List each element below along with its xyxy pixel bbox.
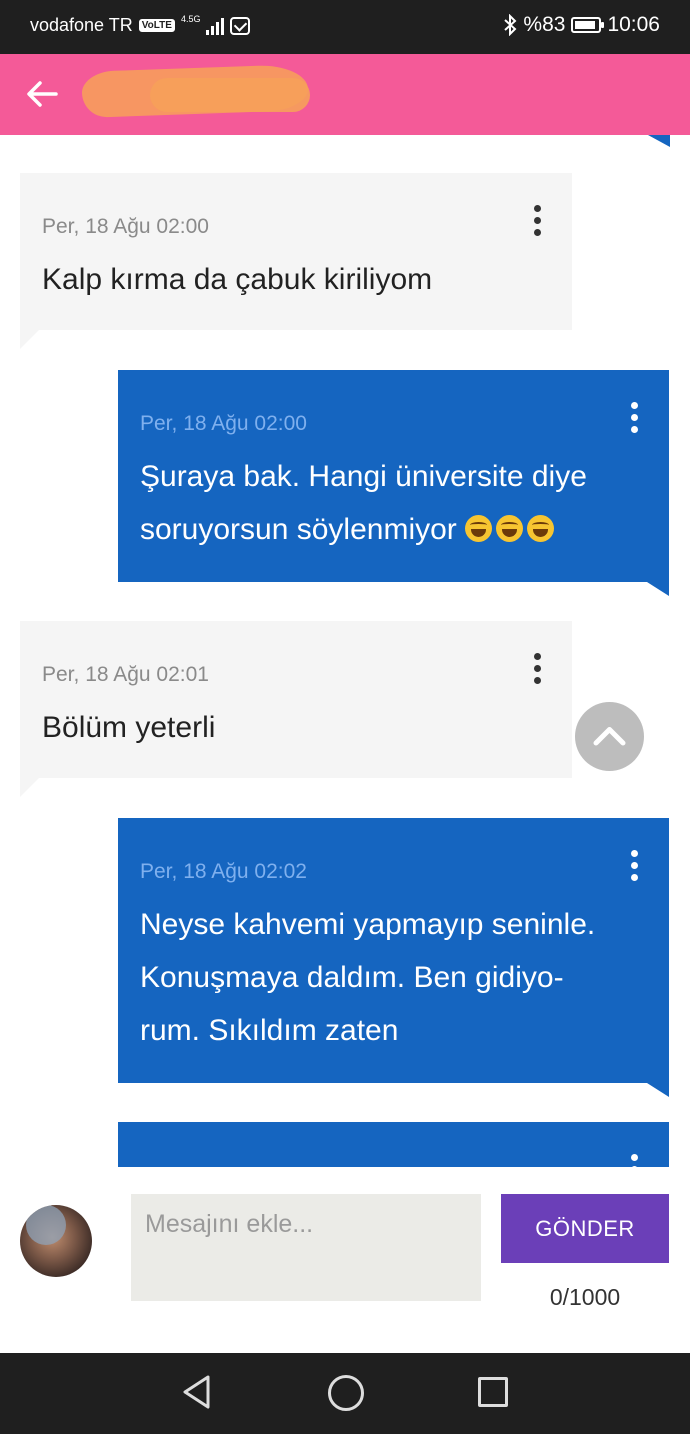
message-composer: GÖNDER 0/1000 [0,1167,690,1353]
nav-back-icon[interactable] [180,1373,214,1411]
bubble-tail [20,778,39,797]
message-options-icon[interactable] [629,1154,639,1167]
volte-icon: VoLTE [138,19,175,32]
message-options-icon[interactable] [532,205,542,239]
message-notification-icon [230,16,251,35]
chat-message-list[interactable]: Per, 18 Ağu 02:00 Kalp kırma da çabuk ki… [0,135,690,1167]
scroll-to-top-button[interactable] [575,702,644,771]
app-bar [0,54,690,135]
redaction-scribble [150,78,310,112]
status-bar: vodafone TR VoLTE 4.5G %83 10:06 [0,0,690,54]
message-input[interactable] [131,1194,481,1301]
message-bubble-outgoing-partial [118,1122,669,1167]
chevron-up-icon [593,727,626,746]
carrier-name: vodafone TR [30,15,133,35]
clock: 10:06 [607,13,660,36]
send-button[interactable]: GÖNDER [501,1194,669,1263]
message-text: Şuraya bak. Hangi üniversite diye soruyo… [140,450,629,556]
message-text-line: rum. Sıkıldım zaten [140,1014,399,1047]
tears-of-joy-emoji-icon [527,515,555,542]
arrow-left-icon [27,81,58,107]
bubble-tail [647,582,669,596]
tears-of-joy-emoji-icon [496,515,524,542]
signal-strength-icon [206,17,225,35]
tears-of-joy-emoji-icon [465,515,493,542]
bubble-tail [20,330,39,349]
message-timestamp: Per, 18 Ağu 02:02 [140,860,307,883]
bluetooth-icon [504,14,517,36]
bubble-tail [647,1083,669,1097]
battery-percent: %83 [523,13,566,36]
status-bar-right: %83 10:06 [503,13,660,37]
message-text-line-with-emoji: soruyorsun söylenmiyor [140,503,629,556]
message-timestamp: Per, 18 Ağu 02:01 [42,663,209,686]
nav-home-icon[interactable] [328,1375,364,1411]
message-text-line: soruyorsun söylenmiyor [140,513,457,546]
system-navigation-bar [0,1353,690,1434]
message-text-line: Şuraya bak. Hangi üniversite diye [140,460,587,493]
message-text-line: Neyse kahvemi yapmayıp seninle. [140,908,596,941]
message-options-icon[interactable] [532,653,542,687]
message-text: Kalp kırma da çabuk kiriliyom [42,263,433,296]
message-text-line: Konuşmaya daldım. Ben gidiyo- [140,961,564,994]
message-text: Neyse kahvemi yapmayıp seninle. Konuşmay… [140,898,629,1057]
previous-bubble-tail [648,135,670,147]
character-counter: 0/1000 [549,1284,621,1310]
message-bubble-incoming: Per, 18 Ağu 02:00 Kalp kırma da çabuk ki… [20,173,572,349]
message-timestamp: Per, 18 Ağu 02:00 [140,412,307,435]
status-bar-left: vodafone TR VoLTE 4.5G [30,14,251,36]
message-options-icon[interactable] [629,850,639,884]
message-bubble-outgoing: Per, 18 Ağu 02:02 Neyse kahvemi yapmayıp… [118,818,669,1097]
back-button[interactable] [24,76,60,112]
message-timestamp: Per, 18 Ağu 02:00 [42,215,209,238]
message-bubble-outgoing: Per, 18 Ağu 02:00 Şuraya bak. Hangi üniv… [118,370,669,596]
network-type: 4.5G [180,14,201,24]
message-text: Bölüm yeterli [42,711,216,744]
user-avatar[interactable] [20,1205,92,1277]
battery-icon [571,17,605,33]
message-options-icon[interactable] [629,402,639,436]
nav-recent-apps-icon[interactable] [478,1377,508,1407]
message-bubble-incoming: Per, 18 Ağu 02:01 Bölüm yeterli [20,621,572,797]
